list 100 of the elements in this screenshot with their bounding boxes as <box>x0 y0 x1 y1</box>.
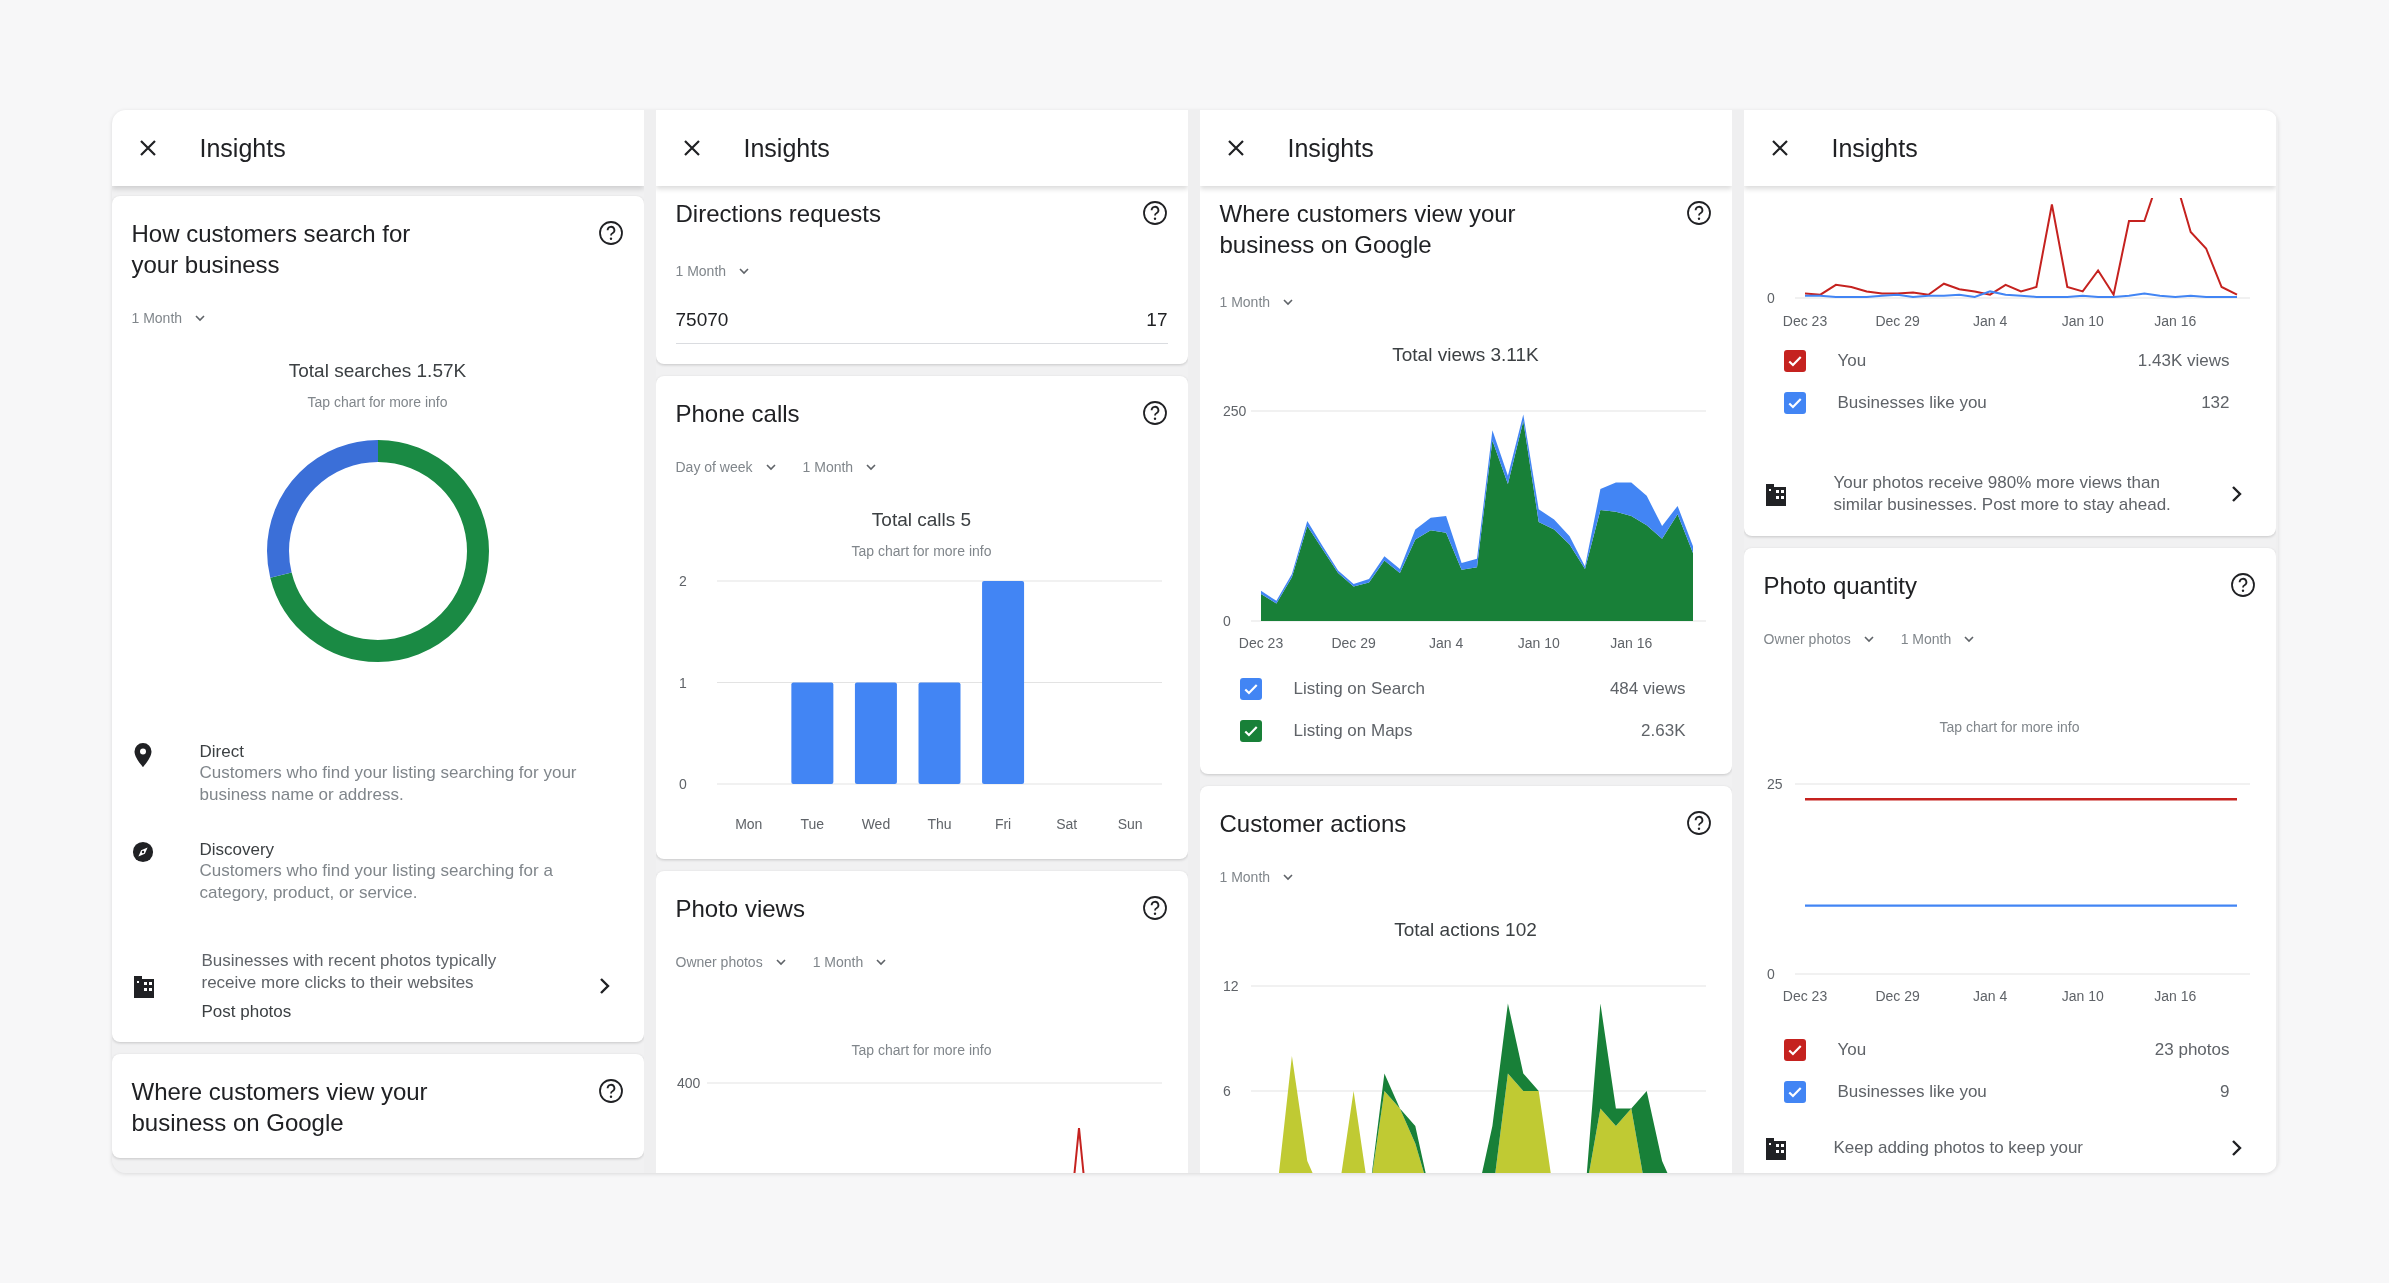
help-icon[interactable] <box>1141 895 1168 921</box>
chart-hint: Tap chart for more info <box>850 543 993 559</box>
help-icon[interactable] <box>597 1078 624 1104</box>
chevron-icon[interactable] <box>2229 1139 2242 1157</box>
legend-value: 1.43K views <box>2137 351 2230 371</box>
caret-icon <box>1282 298 1295 306</box>
filter-dropdown[interactable]: 1 Month <box>1219 869 1295 885</box>
help-icon[interactable] <box>2229 572 2256 598</box>
area-chart[interactable]: 6 12 <box>1220 971 1711 1173</box>
close-button[interactable] <box>1769 138 1790 158</box>
axis-label: Sun <box>1117 816 1143 832</box>
axis-label: 0 <box>1766 966 1775 982</box>
screen-title: Insights <box>199 133 286 163</box>
close-icon <box>1769 138 1790 158</box>
card-title: How customers search for your business <box>131 219 412 280</box>
screen-title: Insights <box>1831 133 1918 163</box>
area-chart[interactable]: 0 250 Dec 23 Dec 29 Jan 4 Jan 10 Jan 16 <box>1220 396 1711 658</box>
close-button[interactable] <box>1225 138 1246 158</box>
caret-icon <box>194 314 207 322</box>
axis-label: Jan 16 <box>2153 313 2196 329</box>
axis-label: Dec 29 <box>1330 635 1376 651</box>
axis-label: Jan 10 <box>1517 635 1560 651</box>
compass-icon <box>131 840 154 864</box>
row-value: 17 <box>1146 309 1168 331</box>
filter-dropdown[interactable]: 1 Month <box>1900 631 1976 647</box>
help-icon[interactable] <box>1141 400 1168 426</box>
row-label: 75070 <box>675 309 729 331</box>
axis-label: 0 <box>1222 613 1231 629</box>
axis-label: Wed <box>861 816 890 832</box>
caret-icon <box>875 958 888 966</box>
axis-label: 25 <box>1766 776 1783 792</box>
filter-dropdown[interactable]: 1 Month <box>812 954 888 970</box>
legend-label: Listing on Search <box>1293 679 1426 699</box>
total-label: Total views 3.11K <box>1391 344 1540 366</box>
filter-dropdown[interactable]: Owner photos <box>1763 631 1875 647</box>
card-title: Customer actions <box>1219 809 1407 839</box>
axis-label: Mon <box>734 816 762 832</box>
filter-dropdown[interactable]: Owner photos <box>675 954 787 970</box>
checkbox[interactable] <box>1783 1039 1806 1061</box>
category-description: Customers who find your listing searching for a category, product, or service. <box>199 860 554 904</box>
total-label: Total actions 102 <box>1393 919 1538 941</box>
filter-dropdown[interactable]: 1 Month <box>131 310 207 326</box>
help-icon[interactable] <box>597 220 624 246</box>
axis-label: Dec 29 <box>1874 313 1920 329</box>
chevron-icon[interactable] <box>2229 485 2242 503</box>
checkbox[interactable] <box>1239 678 1262 700</box>
axis-label: Jan 16 <box>2153 988 2196 1004</box>
caret-icon <box>738 267 751 275</box>
help-icon[interactable] <box>1685 200 1712 226</box>
chart-hint: Tap chart for more info <box>850 1042 993 1058</box>
close-button[interactable] <box>137 138 158 158</box>
axis-label: 400 <box>676 1075 700 1091</box>
caret-icon <box>764 463 777 471</box>
axis-label: 12 <box>1222 978 1239 994</box>
chevron-icon[interactable] <box>597 977 610 995</box>
building-icon <box>1763 481 1788 507</box>
caret-icon <box>1963 635 1976 643</box>
checkbox[interactable] <box>1239 720 1262 742</box>
legend-label: You <box>1837 1040 1868 1060</box>
close-icon <box>137 138 158 158</box>
category-title: Direct <box>199 742 245 762</box>
filter-dropdown[interactable]: Day of week <box>675 459 777 475</box>
legend-value: 132 <box>2201 393 2230 413</box>
filter-dropdown[interactable]: 1 Month <box>802 459 878 475</box>
card-title: Photo views <box>675 894 805 924</box>
help-icon[interactable] <box>1141 200 1168 226</box>
axis-label: 1 <box>678 674 687 691</box>
close-button[interactable] <box>681 138 702 158</box>
filter-dropdown[interactable]: 1 Month <box>675 263 751 279</box>
card-title: Directions requests <box>675 199 881 229</box>
help-icon[interactable] <box>1685 810 1712 836</box>
line-chart[interactable]: 0 25 Dec 23 Dec 29 Jan 4 Jan 10 Jan 16 <box>1764 769 2255 1009</box>
checkbox[interactable] <box>1783 350 1806 372</box>
total-label: Total calls 5 <box>870 509 973 531</box>
axis-label: Tue <box>800 816 824 832</box>
legend-value: 9 <box>2220 1082 2230 1102</box>
card-title: Phone calls <box>675 399 800 429</box>
axis-label: Jan 4 <box>1972 313 2007 329</box>
tip-text: Your photos receive 980% more views than similar businesses. Post more to stay ahead. <box>1833 472 2172 516</box>
checkbox[interactable] <box>1783 392 1806 414</box>
axis-label: Dec 29 <box>1874 988 1920 1004</box>
bar-chart[interactable]: 0 1 2 Mon Tue Wed Thu Fri Sat Sun <box>676 569 1167 839</box>
axis-label: Jan 4 <box>1972 988 2007 1004</box>
line-chart-drawing <box>1071 1127 1086 1173</box>
axis-label: 6 <box>1222 1083 1231 1099</box>
legend-value: 23 photos <box>2154 1040 2230 1060</box>
post-photos-link[interactable]: Post photos <box>201 1002 292 1022</box>
axis-label: 0 <box>678 776 687 792</box>
axis-label: Fri <box>994 816 1011 832</box>
checkbox[interactable] <box>1783 1081 1806 1103</box>
close-icon <box>681 138 702 158</box>
axis-label: Thu <box>926 816 952 832</box>
screen-title: Insights <box>1287 133 1374 163</box>
caret-icon <box>774 958 787 966</box>
axis-label: 250 <box>1222 403 1246 419</box>
axis-label: 2 <box>678 573 687 589</box>
legend-label: You <box>1837 351 1868 371</box>
filter-dropdown[interactable]: 1 Month <box>1219 294 1295 310</box>
legend-value: 2.63K <box>1641 721 1686 741</box>
map-pin-icon <box>132 742 153 768</box>
